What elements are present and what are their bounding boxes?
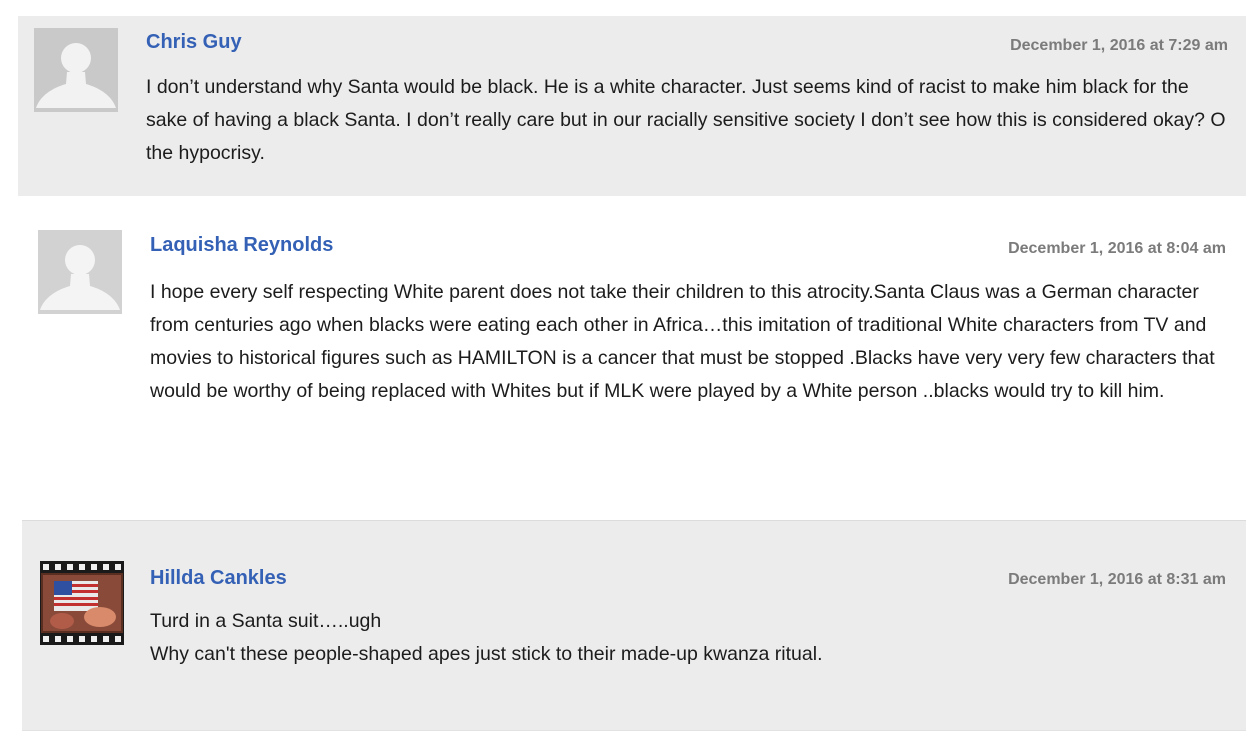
comment-author-link[interactable]: Hillda Cankles	[150, 567, 287, 590]
comment-text: I hope every self respecting White paren…	[150, 281, 1215, 402]
comment-date[interactable]: December 1, 2016 at 7:29 am	[1010, 37, 1228, 55]
comment-text-line-1: Turd in a Santa suit…..ugh	[150, 610, 382, 632]
comment-item: Hillda Cankles December 1, 2016 at 8:31 …	[22, 520, 1246, 730]
comment-date[interactable]: December 1, 2016 at 8:04 am	[1008, 240, 1226, 258]
comment-author-link[interactable]: Chris Guy	[146, 31, 242, 54]
comment-text: I don’t understand why Santa would be bl…	[146, 76, 1226, 164]
comment-item: Laquisha Reynolds December 1, 2016 at 8:…	[22, 218, 1246, 514]
default-avatar-icon	[38, 230, 122, 314]
comment-text-line-2: Why can't these people-shaped apes just …	[150, 643, 823, 665]
filmstrip-flag-avatar-icon	[40, 561, 124, 645]
comment-body: Turd in a Santa suit…..ugh Why can't the…	[150, 605, 1232, 671]
comment-body: I hope every self respecting White paren…	[150, 276, 1232, 408]
comment-author-link[interactable]: Laquisha Reynolds	[150, 234, 333, 257]
divider	[22, 730, 1246, 731]
default-avatar-icon	[34, 28, 118, 112]
comment-date[interactable]: December 1, 2016 at 8:31 am	[1008, 571, 1226, 589]
comment-item: Chris Guy December 1, 2016 at 7:29 am I …	[18, 16, 1246, 196]
comment-body: I don’t understand why Santa would be bl…	[146, 71, 1232, 170]
